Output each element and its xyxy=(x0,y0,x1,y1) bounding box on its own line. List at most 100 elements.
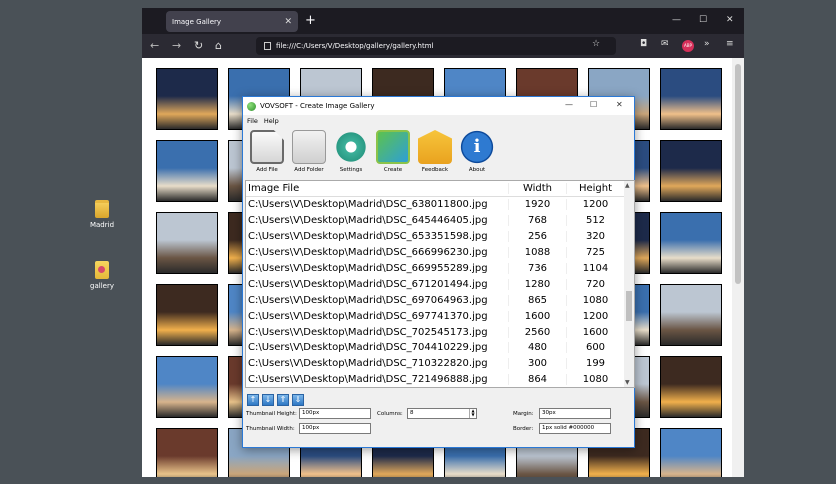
move-top-icon[interactable]: ⇑ xyxy=(277,394,289,406)
desktop-icon-madrid[interactable]: Madrid xyxy=(82,200,122,229)
settings-gear-icon xyxy=(334,130,368,164)
back-arrow-icon[interactable]: ← xyxy=(150,39,159,52)
menu-file[interactable]: File xyxy=(247,117,258,125)
cell-width: 1280 xyxy=(508,278,566,290)
cell-height: 1080 xyxy=(566,374,624,386)
table-row[interactable]: C:\Users\V\Desktop\Madrid\DSC_704410229.… xyxy=(246,340,634,356)
new-tab-button[interactable]: + xyxy=(305,13,316,28)
overflow-chevron-icon[interactable]: » xyxy=(704,39,710,49)
gallery-thumbnail-image[interactable] xyxy=(156,356,218,418)
minimize-button[interactable]: — xyxy=(672,15,681,25)
home-icon[interactable]: ⌂ xyxy=(215,39,222,52)
nav-bar: ← → ↻ ⌂ file:///C:/Users/V/Desktop/galle… xyxy=(142,34,744,58)
gallery-thumbnail-image[interactable] xyxy=(156,140,218,202)
mail-icon[interactable]: ✉ xyxy=(661,39,669,49)
menu-help[interactable]: Help xyxy=(264,117,279,125)
cell-height: 600 xyxy=(566,342,624,354)
table-row[interactable]: C:\Users\V\Desktop\Madrid\DSC_666996230.… xyxy=(246,245,634,261)
desktop-icon-label: Madrid xyxy=(89,221,115,229)
gallery-thumbnail-image[interactable] xyxy=(660,356,722,418)
url-bar[interactable]: file:///C:/Users/V/Desktop/gallery/galle… xyxy=(256,37,616,55)
gallery-thumbnail-image[interactable] xyxy=(660,284,722,346)
gallery-thumbnail-image[interactable] xyxy=(660,140,722,202)
settings-button[interactable]: Settings xyxy=(330,127,372,177)
table-row[interactable]: C:\Users\V\Desktop\Madrid\DSC_669955289.… xyxy=(246,261,634,277)
hamburger-menu-icon[interactable]: ≡ xyxy=(726,39,734,49)
column-header-image-file[interactable]: Image File xyxy=(246,183,508,194)
app-title-bar: VOVSOFT - Create Image Gallery — ☐ ✕ xyxy=(243,97,634,115)
spin-arrows-icon[interactable]: ▲ ▼ xyxy=(469,409,476,418)
border-field[interactable]: 1px solid #000000 xyxy=(539,423,611,434)
column-header-width[interactable]: Width xyxy=(508,183,566,194)
gallery-thumbnail-image[interactable] xyxy=(156,212,218,274)
table-row[interactable]: C:\Users\V\Desktop\Madrid\DSC_697741370.… xyxy=(246,308,634,324)
desktop-icon-label: gallery xyxy=(90,282,114,290)
cell-image-file: C:\Users\V\Desktop\Madrid\DSC_638011800.… xyxy=(248,199,488,211)
cell-height: 1080 xyxy=(566,294,624,306)
url-text: file:///C:/Users/V/Desktop/gallery/galle… xyxy=(276,42,434,50)
forward-arrow-icon[interactable]: → xyxy=(172,39,181,52)
cell-image-file: C:\Users\V\Desktop\Madrid\DSC_653351598.… xyxy=(248,231,488,243)
table-row[interactable]: C:\Users\V\Desktop\Madrid\DSC_710322820.… xyxy=(246,356,634,372)
table-row[interactable]: C:\Users\V\Desktop\Madrid\DSC_702545173.… xyxy=(246,324,634,340)
about-button[interactable]: i About xyxy=(456,127,498,177)
column-header-height[interactable]: Height xyxy=(566,183,624,194)
move-bottom-icon[interactable]: ⇓ xyxy=(292,394,304,406)
app-minimize-button[interactable]: — xyxy=(565,100,573,109)
page-scrollbar-thumb[interactable] xyxy=(735,64,741,284)
move-down-icon[interactable]: ↓ xyxy=(262,394,274,406)
thumbnail-height-field[interactable]: 100px xyxy=(299,408,371,419)
cell-width: 300 xyxy=(508,358,566,370)
add-file-icon xyxy=(250,130,284,164)
table-row[interactable]: C:\Users\V\Desktop\Madrid\DSC_645446405.… xyxy=(246,213,634,229)
app-maximize-button[interactable]: ☐ xyxy=(590,100,597,109)
pocket-icon[interactable]: ◘ xyxy=(640,39,647,49)
move-up-icon[interactable]: ↑ xyxy=(247,394,259,406)
app-logo-icon xyxy=(247,101,256,111)
cell-image-file: C:\Users\V\Desktop\Madrid\DSC_710322820.… xyxy=(248,358,488,370)
desktop-icon-gallery[interactable]: gallery xyxy=(82,261,122,290)
add-file-button[interactable]: Add File xyxy=(246,127,288,177)
create-button[interactable]: Create xyxy=(372,127,414,177)
create-gallery-icon xyxy=(376,130,410,164)
thumbnail-height-label: Thumbnail Height: xyxy=(246,411,297,417)
gallery-thumbnail-image[interactable] xyxy=(660,68,722,130)
scroll-up-icon[interactable]: ▲ xyxy=(625,182,630,189)
cell-height: 725 xyxy=(566,247,624,259)
table-row[interactable]: C:\Users\V\Desktop\Madrid\DSC_721496888.… xyxy=(246,372,634,387)
table-row[interactable]: C:\Users\V\Desktop\Madrid\DSC_638011800.… xyxy=(246,197,634,213)
table-row[interactable]: C:\Users\V\Desktop\Madrid\DSC_697064963.… xyxy=(246,292,634,308)
bookmark-star-icon[interactable]: ☆ xyxy=(592,39,600,49)
table-row[interactable]: C:\Users\V\Desktop\Madrid\DSC_653351598.… xyxy=(246,229,634,245)
add-folder-button[interactable]: Add Folder xyxy=(288,127,330,177)
table-row[interactable]: C:\Users\V\Desktop\Madrid\DSC_671201494.… xyxy=(246,276,634,292)
gallery-thumbnail-image[interactable] xyxy=(156,68,218,130)
maximize-button[interactable]: ☐ xyxy=(699,15,707,25)
list-scrollbar[interactable]: ▲ ▼ xyxy=(624,181,634,387)
list-scrollbar-thumb[interactable] xyxy=(626,291,632,321)
feedback-button[interactable]: Feedback xyxy=(414,127,456,177)
cell-image-file: C:\Users\V\Desktop\Madrid\DSC_666996230.… xyxy=(248,247,488,259)
account-avatar[interactable]: ABP xyxy=(682,40,694,52)
close-window-button[interactable]: ✕ xyxy=(726,15,734,25)
tab-bar: Image Gallery ✕ + — ☐ ✕ xyxy=(142,8,744,34)
close-tab-icon[interactable]: ✕ xyxy=(284,17,292,27)
thumbnail-width-label: Thumbnail Width: xyxy=(246,426,295,432)
cell-image-file: C:\Users\V\Desktop\Madrid\DSC_669955289.… xyxy=(248,263,488,274)
scroll-down-icon[interactable]: ▼ xyxy=(625,379,630,386)
margin-field[interactable]: 30px xyxy=(539,408,611,419)
gallery-thumbnail-image[interactable] xyxy=(156,428,218,477)
folder-icon xyxy=(95,200,109,218)
gallery-thumbnail-image[interactable] xyxy=(156,284,218,346)
image-file-list[interactable]: Image File Width Height C:\Users\V\Deskt… xyxy=(245,180,635,388)
cell-image-file: C:\Users\V\Desktop\Madrid\DSC_721496888.… xyxy=(248,374,488,386)
reload-icon[interactable]: ↻ xyxy=(194,39,203,52)
gallery-thumbnail-image[interactable] xyxy=(660,428,722,477)
gallery-thumbnail-image[interactable] xyxy=(660,212,722,274)
cell-width: 768 xyxy=(508,215,566,227)
thumbnail-width-field[interactable]: 100px xyxy=(299,423,371,434)
browser-tab[interactable]: Image Gallery ✕ xyxy=(166,11,298,32)
columns-stepper[interactable]: 8 ▲ ▼ xyxy=(407,408,477,419)
cell-height: 512 xyxy=(566,215,624,227)
app-close-button[interactable]: ✕ xyxy=(616,100,623,109)
